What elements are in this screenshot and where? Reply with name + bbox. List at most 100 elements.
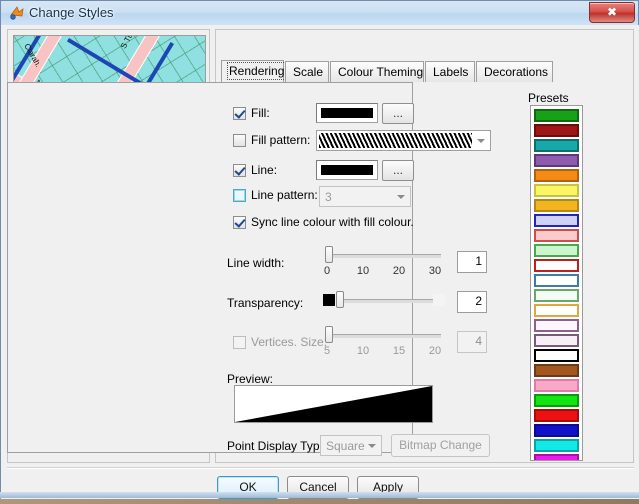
sync-colour-checkbox[interactable] bbox=[233, 216, 246, 229]
line-width-tick: 0 bbox=[323, 265, 331, 277]
tab-rendering[interactable]: Rendering bbox=[221, 60, 287, 83]
transparency-label: Transparency: bbox=[227, 296, 304, 310]
line-pattern-checkbox[interactable] bbox=[233, 189, 246, 202]
line-color-field[interactable] bbox=[316, 160, 378, 180]
chevron-down-icon bbox=[397, 195, 405, 199]
ellipsis-icon: ... bbox=[392, 163, 403, 177]
preset-swatch[interactable] bbox=[534, 334, 579, 347]
preset-swatch[interactable] bbox=[534, 124, 579, 137]
presets-title: Presets bbox=[528, 91, 569, 105]
window-bottom-edge bbox=[0, 492, 639, 498]
change-styles-dialog: Change Styles ✖ Clarah. Rendering Scale … bbox=[0, 0, 639, 499]
preset-swatch[interactable] bbox=[534, 199, 579, 212]
preset-swatch[interactable] bbox=[534, 409, 579, 422]
line-checkbox[interactable] bbox=[233, 164, 246, 177]
preset-swatch[interactable] bbox=[534, 139, 579, 152]
line-width-label: Line width: bbox=[227, 256, 285, 270]
preset-swatch[interactable] bbox=[534, 424, 579, 437]
point-display-combo[interactable]: Square bbox=[320, 435, 382, 456]
preset-swatch[interactable] bbox=[534, 154, 579, 167]
bitmap-change-label: Bitmap Change bbox=[399, 438, 482, 452]
vertices-value[interactable]: 4 bbox=[457, 331, 487, 353]
diagonal-hatch-icon bbox=[319, 133, 472, 148]
chevron-down-icon bbox=[368, 444, 376, 448]
fill-color-field[interactable] bbox=[316, 103, 378, 123]
tab-scale[interactable]: Scale bbox=[285, 61, 329, 82]
transparency-min-swatch bbox=[323, 294, 335, 306]
fill-browse-button[interactable]: ... bbox=[382, 103, 414, 124]
chevron-down-icon bbox=[477, 139, 485, 143]
preset-swatch[interactable] bbox=[534, 364, 579, 377]
bitmap-change-button[interactable]: Bitmap Change bbox=[391, 434, 490, 457]
line-width-tick: 10 bbox=[356, 265, 370, 277]
transparency-max-swatch bbox=[433, 294, 445, 306]
tab-label: Rendering bbox=[226, 62, 287, 80]
preview-label: Preview: bbox=[227, 372, 274, 386]
fill-pattern-checkbox[interactable] bbox=[233, 134, 246, 147]
line-pattern-combo[interactable]: 3 bbox=[319, 186, 411, 207]
layer-style-icon bbox=[9, 5, 25, 21]
line-label: Line: bbox=[251, 163, 278, 177]
screen: Change Styles ✖ Clarah. Rendering Scale … bbox=[0, 0, 639, 504]
preset-swatch[interactable] bbox=[534, 349, 579, 362]
line-width-tick: 30 bbox=[428, 265, 442, 277]
preset-swatch[interactable] bbox=[534, 379, 579, 392]
style-preview bbox=[234, 385, 433, 423]
preset-swatch[interactable] bbox=[534, 214, 579, 227]
line-width-thumb[interactable] bbox=[325, 246, 333, 263]
vertices-checkbox[interactable] bbox=[233, 336, 246, 349]
dialog-client-area: Clarah. Niagara St S Turner St S Turner … bbox=[1, 25, 639, 499]
tab-labels[interactable]: Labels bbox=[425, 61, 475, 82]
preset-swatch[interactable] bbox=[534, 454, 579, 460]
preset-swatch[interactable] bbox=[534, 289, 579, 302]
line-width-tick: 20 bbox=[392, 265, 406, 277]
tab-decorations[interactable]: Decorations bbox=[476, 61, 553, 82]
line-pattern-value: 3 bbox=[325, 190, 332, 204]
vertices-thumb[interactable] bbox=[325, 326, 333, 343]
tab-label: Scale bbox=[293, 65, 324, 79]
window-title: Change Styles bbox=[29, 5, 114, 20]
preset-swatch[interactable] bbox=[534, 274, 579, 287]
preset-swatch[interactable] bbox=[534, 169, 579, 182]
line-width-track[interactable] bbox=[326, 254, 441, 258]
preset-swatch[interactable] bbox=[534, 244, 579, 257]
fill-pattern-combo[interactable] bbox=[316, 130, 491, 151]
line-color-swatch bbox=[321, 165, 373, 175]
preset-swatch[interactable] bbox=[534, 259, 579, 272]
line-browse-button[interactable]: ... bbox=[382, 160, 414, 181]
line-pattern-label: Line pattern: bbox=[251, 188, 318, 202]
point-display-label: Point Display Typ bbox=[227, 439, 320, 453]
footer-divider bbox=[7, 467, 634, 469]
tab-colour-theming[interactable]: Colour Theming bbox=[330, 61, 424, 82]
vertices-tick: 15 bbox=[392, 345, 406, 357]
transparency-track[interactable] bbox=[339, 299, 439, 303]
point-display-value: Square bbox=[326, 439, 365, 453]
preview-wedge-icon bbox=[235, 386, 432, 422]
preset-swatch[interactable] bbox=[534, 184, 579, 197]
preset-swatch[interactable] bbox=[534, 304, 579, 317]
tab-label: Colour Theming bbox=[338, 65, 424, 79]
vertices-tick: 20 bbox=[428, 345, 442, 357]
fill-checkbox[interactable] bbox=[233, 107, 246, 120]
close-button[interactable]: ✖ bbox=[589, 2, 635, 23]
vertices-track[interactable] bbox=[326, 334, 441, 338]
preset-swatch[interactable] bbox=[534, 229, 579, 242]
ellipsis-icon: ... bbox=[392, 106, 403, 120]
sync-colour-label: Sync line colour with fill colour. bbox=[251, 215, 414, 229]
preset-swatch[interactable] bbox=[534, 394, 579, 407]
preset-swatch[interactable] bbox=[534, 109, 579, 122]
line-width-value[interactable]: 1 bbox=[457, 251, 487, 273]
vertices-label: Vertices. Size: bbox=[251, 335, 328, 349]
tab-label: Decorations bbox=[484, 65, 549, 79]
presets-list[interactable] bbox=[530, 105, 583, 461]
vertices-tick: 5 bbox=[323, 345, 331, 357]
fill-label: Fill: bbox=[251, 106, 270, 120]
preset-swatch[interactable] bbox=[534, 319, 579, 332]
transparency-value[interactable]: 2 bbox=[457, 291, 487, 313]
fill-pattern-label: Fill pattern: bbox=[251, 133, 311, 147]
tab-label: Labels bbox=[433, 65, 469, 79]
transparency-thumb[interactable] bbox=[336, 291, 344, 308]
close-icon: ✖ bbox=[606, 5, 618, 19]
preset-swatch[interactable] bbox=[534, 439, 579, 452]
title-bar: Change Styles ✖ bbox=[1, 1, 638, 26]
